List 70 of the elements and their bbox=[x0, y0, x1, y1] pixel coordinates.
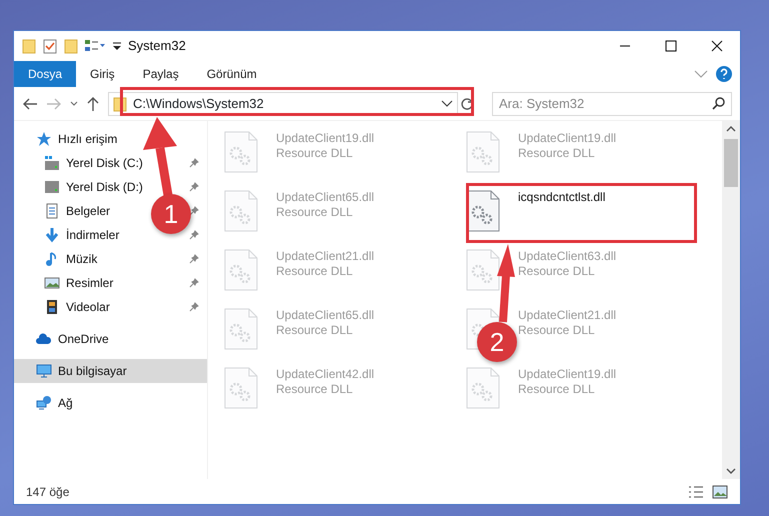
address-bar[interactable]: C:\Windows\System32 bbox=[108, 92, 458, 116]
search-field[interactable]: Ara: System32 bbox=[492, 92, 732, 116]
network-icon bbox=[36, 395, 52, 411]
search-icon[interactable] bbox=[712, 97, 725, 110]
refresh-icon[interactable] bbox=[460, 96, 474, 110]
computer-icon bbox=[36, 363, 52, 379]
pin-icon[interactable] bbox=[189, 206, 199, 216]
sidebar-item[interactable]: Bu bilgisayar bbox=[14, 359, 207, 383]
star-icon bbox=[36, 131, 52, 147]
window-title: System32 bbox=[128, 37, 186, 56]
scroll-up-icon[interactable] bbox=[726, 125, 736, 132]
sidebar-item[interactable]: Müzik bbox=[44, 247, 98, 271]
scroll-down-icon[interactable] bbox=[726, 468, 736, 475]
scroll-thumb[interactable] bbox=[724, 139, 738, 187]
help-icon[interactable] bbox=[716, 66, 732, 82]
file-type: Resource DLL bbox=[518, 146, 596, 161]
dropdown-icon[interactable] bbox=[112, 40, 122, 52]
pin-icon[interactable] bbox=[189, 230, 199, 240]
file-type: Resource DLL bbox=[518, 264, 596, 279]
drive-icon bbox=[44, 155, 60, 171]
chevron-down-icon[interactable] bbox=[70, 100, 78, 106]
new-folder-icon[interactable] bbox=[64, 38, 78, 54]
properties-icon[interactable] bbox=[42, 38, 58, 54]
file-type: Resource DLL bbox=[518, 323, 596, 338]
pin-icon[interactable] bbox=[189, 278, 199, 288]
film-icon bbox=[44, 299, 60, 315]
drive-icon bbox=[44, 179, 60, 195]
maximize-icon[interactable] bbox=[665, 40, 677, 52]
ribbon-tab[interactable]: Giriş bbox=[76, 61, 129, 87]
file-type: Resource DLL bbox=[276, 146, 354, 161]
ribbon-tab[interactable]: Paylaş bbox=[128, 61, 193, 87]
sidebar-item[interactable]: İndirmeler bbox=[44, 223, 120, 247]
file-gears-icon[interactable] bbox=[466, 190, 500, 232]
address-path: C:\Windows\System32 bbox=[133, 94, 264, 113]
file-type: Resource DLL bbox=[276, 205, 354, 220]
ribbon-tab[interactable]: Görünüm bbox=[192, 61, 271, 87]
pin-icon[interactable] bbox=[189, 158, 199, 168]
pin-icon[interactable] bbox=[189, 302, 199, 312]
sidebar-item[interactable]: Videolar bbox=[44, 295, 110, 319]
forward-arrow-icon[interactable] bbox=[46, 96, 62, 110]
up-arrow-icon[interactable] bbox=[86, 96, 100, 112]
close-icon[interactable] bbox=[711, 40, 723, 52]
scrollbar[interactable] bbox=[722, 121, 740, 479]
file-type: Resource DLL bbox=[276, 382, 354, 397]
large-icons-view-icon[interactable] bbox=[712, 484, 728, 498]
cloud-icon bbox=[36, 331, 52, 347]
file-name[interactable]: icqsndcntctlst.dll bbox=[518, 190, 606, 205]
ribbon-tab[interactable]: Dosya bbox=[14, 61, 76, 87]
sidebar-item[interactable]: Yerel Disk (D:) bbox=[44, 175, 143, 199]
chevron-down-icon[interactable] bbox=[441, 100, 453, 108]
folder-icon[interactable] bbox=[22, 38, 36, 54]
pin-icon[interactable] bbox=[189, 182, 199, 192]
details-view-icon[interactable] bbox=[688, 484, 704, 498]
pin-icon[interactable] bbox=[189, 254, 199, 264]
sidebar-item[interactable]: Ağ bbox=[14, 391, 207, 415]
sidebar-item[interactable]: OneDrive bbox=[14, 327, 207, 351]
view-options-icon[interactable] bbox=[84, 39, 106, 53]
file-type: Resource DLL bbox=[276, 264, 354, 279]
down-arrow-icon bbox=[44, 227, 60, 243]
back-arrow-icon[interactable] bbox=[22, 96, 38, 110]
picture-icon bbox=[44, 275, 60, 291]
search-placeholder: Ara: System32 bbox=[499, 94, 584, 113]
sidebar-item[interactable]: Belgeler bbox=[44, 199, 110, 223]
file-type: Resource DLL bbox=[276, 323, 354, 338]
document-icon bbox=[44, 203, 60, 219]
sidebar-item[interactable]: Yerel Disk (C:) bbox=[44, 151, 143, 175]
sidebar-item[interactable]: Resimler bbox=[44, 271, 114, 295]
file-type: Resource DLL bbox=[518, 382, 596, 397]
sidebar-item[interactable]: Hızlı erişim bbox=[14, 127, 207, 151]
item-count: 147 öğe bbox=[26, 484, 70, 500]
